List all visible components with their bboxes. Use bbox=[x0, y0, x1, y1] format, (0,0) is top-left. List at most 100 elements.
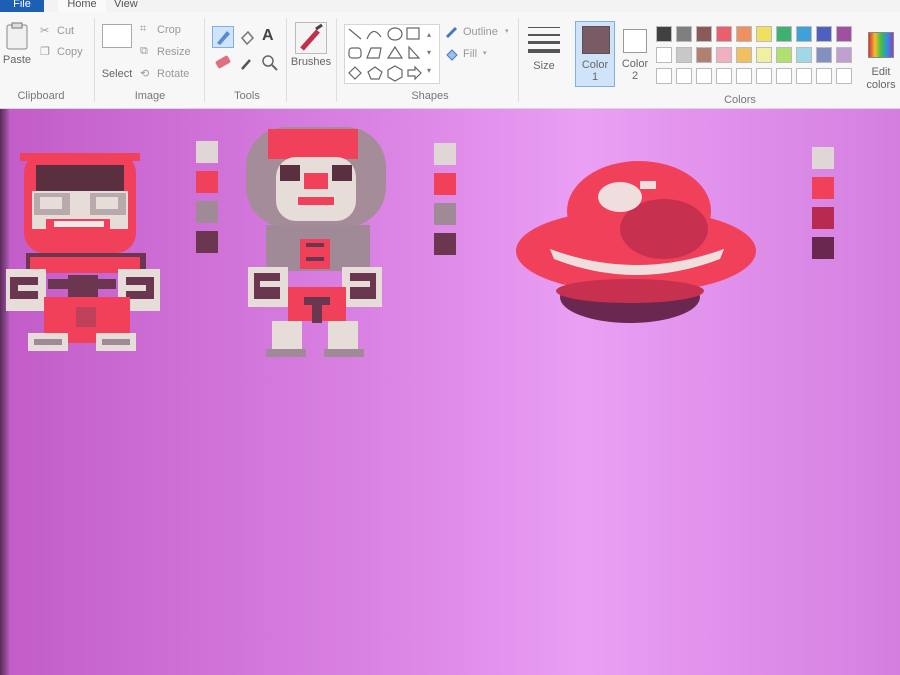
eraser-icon[interactable] bbox=[214, 54, 232, 70]
palette-color-swatch[interactable] bbox=[776, 26, 792, 42]
tab-home[interactable]: Home bbox=[58, 0, 106, 12]
edit-colors-button[interactable]: Edit colors bbox=[864, 32, 898, 96]
outline-dropdown[interactable]: Outline ▾ bbox=[444, 24, 514, 42]
palette-color-swatch[interactable] bbox=[836, 47, 852, 63]
magnifier-icon[interactable] bbox=[261, 54, 279, 72]
edit-colors-line2: colors bbox=[866, 79, 896, 91]
shapes-scroll-arrows[interactable]: ▴ ▾ ▾ bbox=[427, 26, 431, 80]
copy-button[interactable]: ❐ Copy bbox=[40, 44, 90, 60]
color2-label: Color bbox=[621, 58, 649, 70]
palette-color-swatch[interactable] bbox=[696, 47, 712, 63]
select-icon bbox=[102, 24, 132, 48]
tab-file[interactable]: File bbox=[0, 0, 44, 12]
palette-chip bbox=[812, 177, 834, 199]
color1-button[interactable]: Color 1 bbox=[575, 21, 615, 87]
palette-chip bbox=[196, 141, 218, 163]
brushes-icon bbox=[295, 22, 327, 54]
palette-color-swatch[interactable] bbox=[756, 68, 772, 84]
palette-chip bbox=[812, 147, 834, 169]
fill-bucket-icon[interactable] bbox=[238, 29, 256, 47]
palette-chip bbox=[434, 203, 456, 225]
select-label: Select bbox=[101, 68, 133, 80]
palette-color-swatch[interactable] bbox=[796, 26, 812, 42]
color1-number: 1 bbox=[591, 71, 599, 83]
drawing-canvas[interactable] bbox=[0, 109, 900, 675]
palette-chip bbox=[812, 207, 834, 229]
paste-icon bbox=[6, 22, 28, 50]
cut-label: Cut bbox=[57, 25, 75, 37]
ribbon: Paste ✂ Cut ❐ Copy Clipboard Select ⌗ Cr… bbox=[0, 12, 900, 109]
fill-dropdown[interactable]: Fill ▾ bbox=[444, 46, 504, 64]
palette-chip bbox=[196, 201, 218, 223]
sprite-ufo-hat bbox=[516, 161, 756, 323]
palette-color-swatch[interactable] bbox=[756, 26, 772, 42]
palette-chip bbox=[434, 173, 456, 195]
color2-swatch bbox=[623, 29, 647, 53]
copy-label: Copy bbox=[57, 46, 83, 58]
palette-color-swatch[interactable] bbox=[656, 68, 672, 84]
rotate-button[interactable]: ⟲ Rotate bbox=[140, 66, 200, 82]
fill-icon bbox=[446, 49, 458, 61]
palette-color-swatch[interactable] bbox=[656, 26, 672, 42]
divider bbox=[286, 18, 287, 102]
palette-color-swatch[interactable] bbox=[776, 47, 792, 63]
clipboard-group-label: Clipboard bbox=[17, 90, 65, 102]
palette-color-swatch[interactable] bbox=[756, 47, 772, 63]
palette-color-swatch[interactable] bbox=[796, 68, 812, 84]
divider bbox=[518, 18, 519, 102]
palette-chip bbox=[196, 231, 218, 253]
palette-color-swatch[interactable] bbox=[796, 47, 812, 63]
palette-color-swatch[interactable] bbox=[716, 26, 732, 42]
crop-label: Crop bbox=[157, 24, 181, 36]
text-tool-icon[interactable]: A bbox=[262, 27, 274, 45]
paste-button[interactable]: Paste bbox=[2, 20, 32, 84]
palette-color-swatch[interactable] bbox=[696, 68, 712, 84]
line-size-icon bbox=[528, 27, 560, 53]
palette-color-swatch[interactable] bbox=[716, 68, 732, 84]
size-label: Size bbox=[533, 60, 555, 72]
resize-button[interactable]: ⧉ Resize bbox=[140, 44, 196, 60]
divider bbox=[204, 18, 205, 102]
select-button[interactable]: Select bbox=[100, 24, 134, 84]
colors-group-label: Colors bbox=[724, 94, 756, 106]
palette-color-swatch[interactable] bbox=[816, 26, 832, 42]
color-picker-icon[interactable] bbox=[238, 54, 256, 72]
brushes-label: Brushes bbox=[290, 56, 332, 68]
color2-button[interactable]: Color 2 bbox=[618, 21, 652, 87]
palette-color-swatch[interactable] bbox=[836, 68, 852, 84]
palette-color-swatch[interactable] bbox=[736, 68, 752, 84]
palette-color-swatch[interactable] bbox=[836, 26, 852, 42]
divider bbox=[94, 18, 95, 102]
pencil-tool[interactable] bbox=[212, 26, 234, 48]
divider bbox=[336, 18, 337, 102]
palette-color-swatch[interactable] bbox=[716, 47, 732, 63]
copy-icon: ❐ bbox=[40, 46, 50, 58]
palette-strip-3 bbox=[812, 147, 834, 267]
palette-color-swatch[interactable] bbox=[816, 47, 832, 63]
rainbow-icon bbox=[868, 32, 894, 58]
palette-color-swatch[interactable] bbox=[676, 47, 692, 63]
color1-label: Color bbox=[581, 59, 609, 71]
palette-chip bbox=[434, 143, 456, 165]
palette-color-swatch[interactable] bbox=[736, 26, 752, 42]
palette-color-swatch[interactable] bbox=[676, 68, 692, 84]
color-palette bbox=[656, 26, 862, 90]
palette-color-swatch[interactable] bbox=[676, 26, 692, 42]
palette-color-swatch[interactable] bbox=[776, 68, 792, 84]
shapes-gallery[interactable] bbox=[344, 24, 440, 84]
crop-button[interactable]: ⌗ Crop bbox=[140, 22, 196, 38]
shapes-group-label: Shapes bbox=[411, 90, 449, 102]
brushes-button[interactable]: Brushes bbox=[290, 20, 332, 86]
palette-color-swatch[interactable] bbox=[816, 68, 832, 84]
cut-button[interactable]: ✂ Cut bbox=[40, 23, 90, 39]
palette-color-swatch[interactable] bbox=[656, 47, 672, 63]
chevron-down-icon: ▾ bbox=[483, 50, 487, 57]
tab-view[interactable]: View bbox=[114, 0, 154, 12]
palette-color-swatch[interactable] bbox=[736, 47, 752, 63]
palette-strip-1 bbox=[196, 141, 218, 261]
size-button[interactable]: Size bbox=[526, 24, 562, 86]
tools-group-label: Tools bbox=[234, 90, 260, 102]
edit-colors-line1: Edit bbox=[871, 66, 891, 78]
palette-chip bbox=[434, 233, 456, 255]
palette-color-swatch[interactable] bbox=[696, 26, 712, 42]
